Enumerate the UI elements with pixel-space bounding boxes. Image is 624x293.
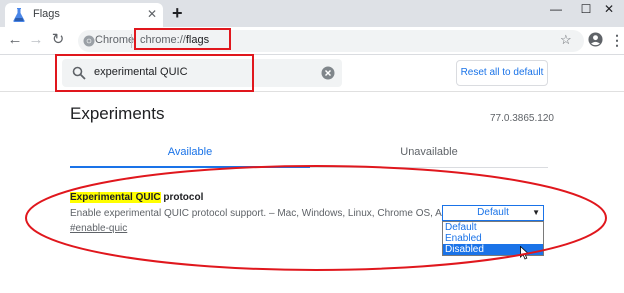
profile-avatar-icon[interactable]	[588, 32, 603, 47]
browser-toolbar: ← → ↻ Chrome chrome://flags ☆ ⋮	[0, 27, 624, 55]
version-label: 77.0.3865.120	[490, 113, 554, 124]
url-annotation-box	[134, 28, 231, 50]
chevron-down-icon: ▼	[532, 208, 540, 217]
new-tab-button[interactable]: +	[172, 2, 183, 24]
tab-strip: Flags ✕ + — ☐ ✕	[0, 0, 624, 27]
mouse-cursor-icon	[520, 246, 530, 260]
experiment-title-rest: protocol	[160, 192, 204, 203]
experiment-title-match: Experimental QUIC	[70, 192, 161, 203]
experiment-state-select[interactable]: Default ▼	[442, 205, 544, 221]
clear-search-icon[interactable]	[321, 66, 335, 80]
reset-all-button[interactable]: Reset all to default	[456, 60, 548, 86]
forward-button[interactable]: →	[27, 31, 45, 49]
back-button[interactable]: ←	[6, 31, 24, 49]
page-title: Experiments	[70, 104, 165, 123]
browser-tab[interactable]: Flags ✕	[5, 3, 163, 27]
reload-button[interactable]: ↻	[49, 31, 67, 49]
flask-icon	[13, 8, 25, 22]
close-window-button[interactable]: ✕	[594, 0, 624, 20]
menu-icon[interactable]: ⋮	[610, 30, 624, 50]
option-default[interactable]: Default	[443, 222, 543, 233]
tab-close-icon[interactable]: ✕	[147, 6, 157, 22]
omnibox-divider	[131, 34, 132, 48]
search-annotation-box	[55, 54, 254, 92]
bookmark-star-icon[interactable]: ☆	[560, 32, 572, 48]
experiment-description: Enable experimental QUIC protocol suppor…	[70, 208, 470, 219]
select-value: Default	[477, 207, 509, 218]
chrome-icon	[83, 35, 95, 47]
option-enabled[interactable]: Enabled	[443, 233, 543, 244]
tab-title: Flags	[33, 8, 60, 20]
experiment-link[interactable]: #enable-quic	[70, 223, 127, 234]
tab-unavailable[interactable]: Unavailable	[310, 140, 548, 168]
experiment-title: Experimental QUIC protocol	[70, 192, 203, 203]
tab-available[interactable]: Available	[70, 140, 310, 168]
chrome-label: Chrome	[95, 34, 135, 46]
